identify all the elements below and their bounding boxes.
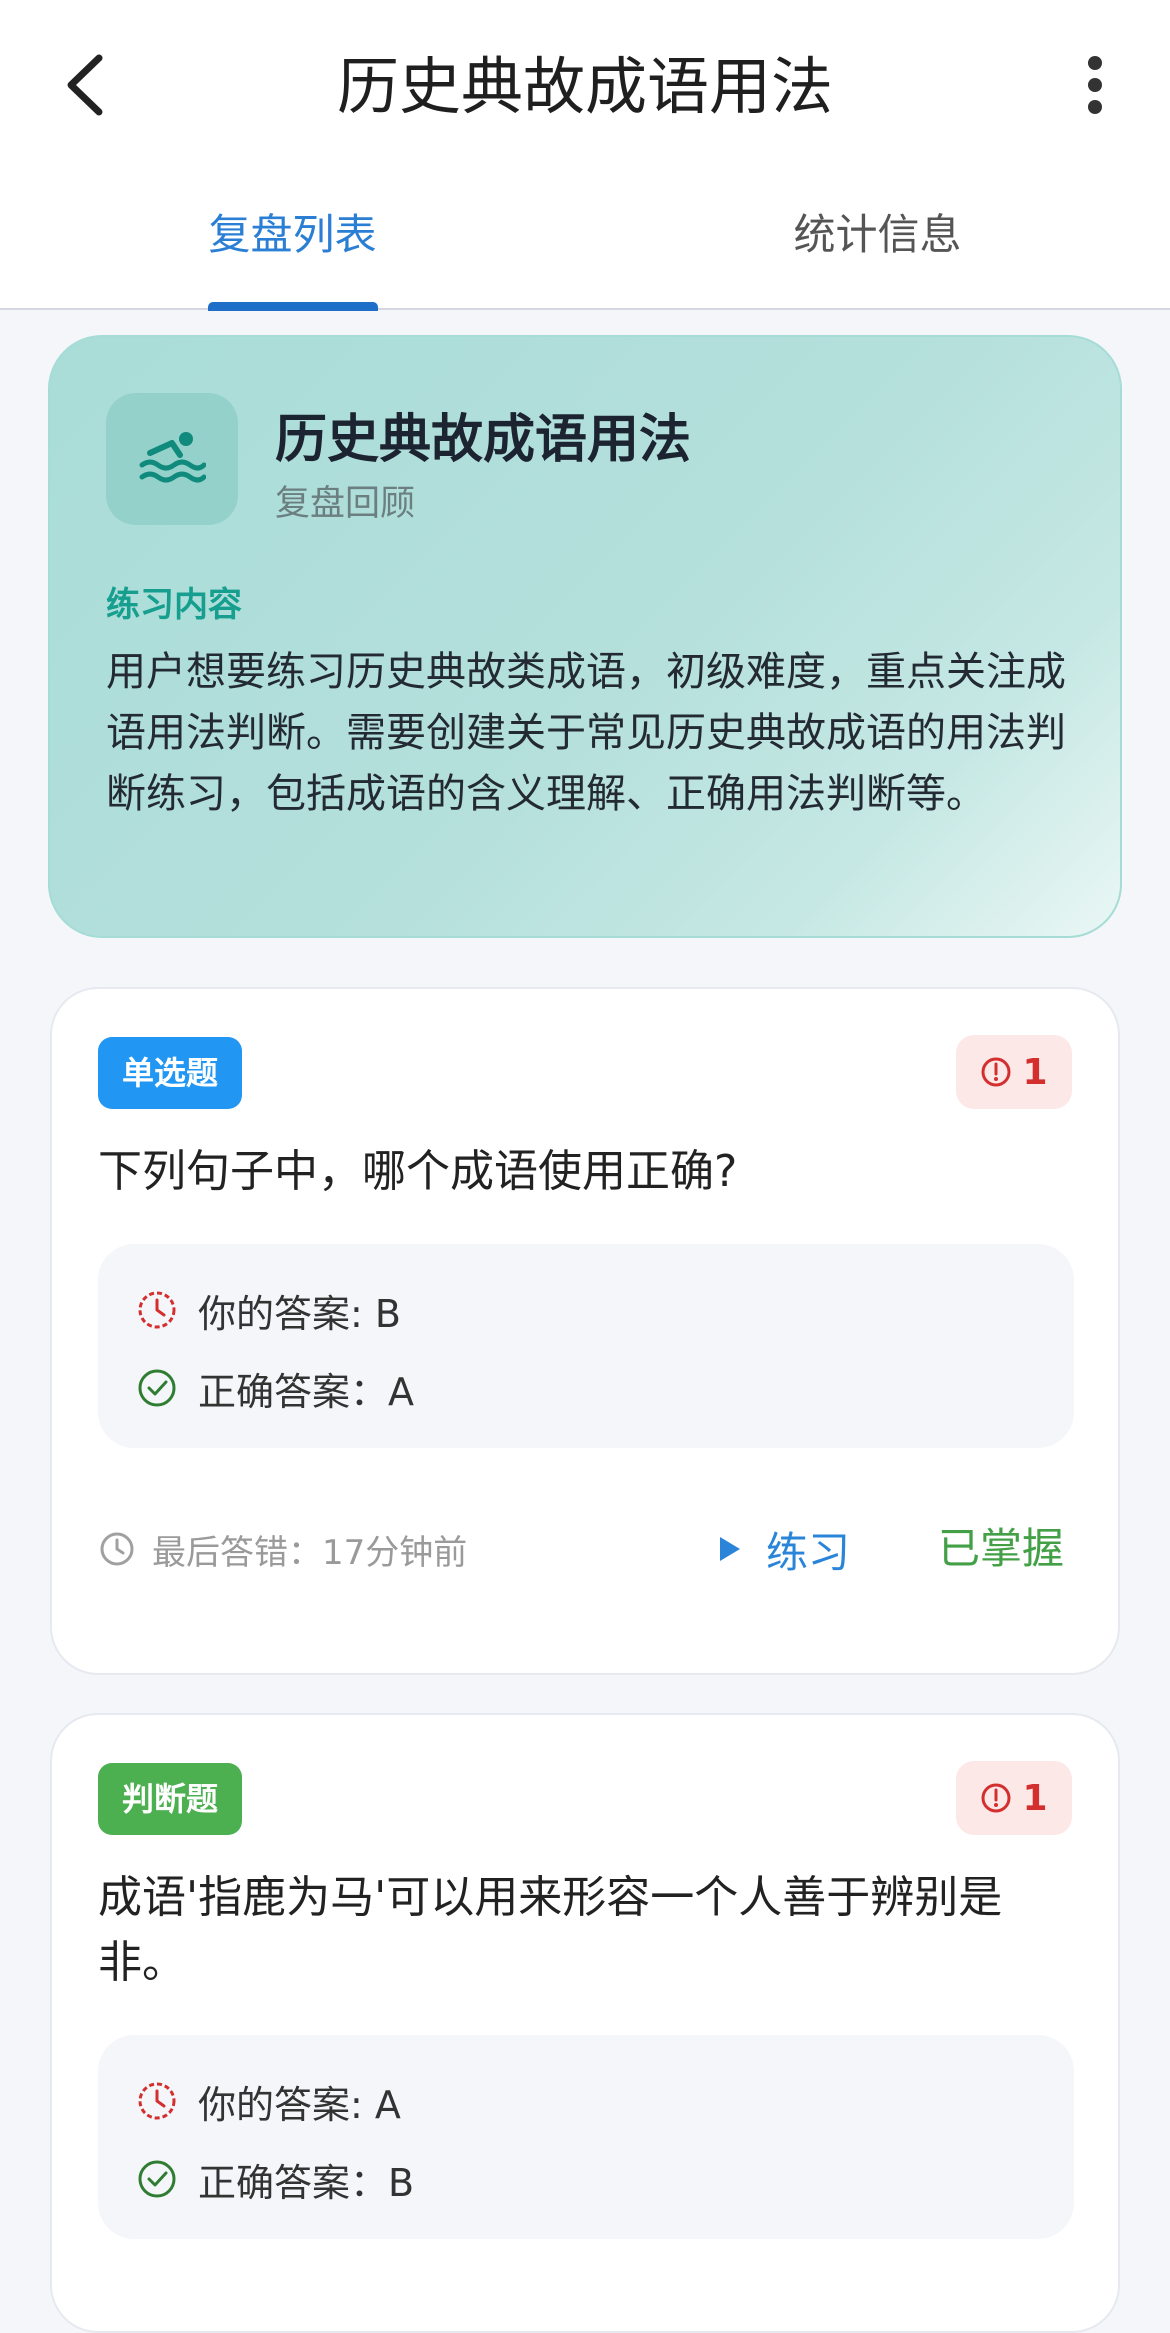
your-answer-row: 你的答案: B xyxy=(136,1280,401,1340)
alert-circle-icon xyxy=(981,1057,1011,1087)
check-circle-icon xyxy=(136,1367,178,1409)
active-tab-indicator xyxy=(208,302,378,311)
error-count-badge: 1 xyxy=(956,1035,1072,1109)
alert-circle-icon xyxy=(981,1783,1011,1813)
chevron-left-icon xyxy=(67,54,103,116)
question-card: 判断题 1 成语'指鹿为马'可以用来形容一个人善于辨别是非。 你的答案: A 正… xyxy=(50,1713,1120,2333)
practice-button[interactable]: 练习 xyxy=(718,1514,850,1584)
summary-icon-container xyxy=(106,393,238,525)
swimming-icon xyxy=(139,432,206,483)
answer-box: 你的答案: A 正确答案：B xyxy=(98,2035,1074,2239)
clock-wrong-icon xyxy=(136,1289,178,1331)
error-count: 1 xyxy=(1022,1051,1048,1093)
summary-subtitle: 复盘回顾 xyxy=(275,484,416,524)
page-title: 历史典故成语用法 xyxy=(336,50,833,123)
your-answer: 你的答案: B xyxy=(198,1291,401,1336)
correct-answer: 正确答案：A xyxy=(198,1369,414,1414)
question-text: 成语'指鹿为马'可以用来形容一个人善于辨别是非。 xyxy=(98,1872,1003,1988)
clock-wrong-icon xyxy=(136,2080,178,2122)
correct-answer-row: 正确答案：A xyxy=(136,1358,414,1418)
your-answer: 你的答案: A xyxy=(198,2082,401,2127)
answer-box: 你的答案: B 正确答案：A xyxy=(98,1244,1074,1448)
question-footer: 最后答错：17分钟前 练习 已掌握 xyxy=(98,1514,1078,1584)
practice-content-label: 练习内容 xyxy=(106,585,242,625)
more-options-button[interactable] xyxy=(1060,40,1130,130)
mastered-button[interactable]: 已掌握 xyxy=(938,1514,1064,1584)
tab-statistics[interactable]: 统计信息 xyxy=(735,200,1020,270)
question-type-badge: 单选题 xyxy=(98,1037,243,1109)
check-circle-icon xyxy=(136,2158,178,2200)
top-app-bar: 历史典故成语用法 复盘列表 统计信息 xyxy=(0,0,1170,311)
practice-content-description: 用户想要练习历史典故类成语，初级难度，重点关注成语用法判断。需要创建关于常见历史… xyxy=(106,649,1066,817)
correct-answer: 正确答案：B xyxy=(198,2160,415,2205)
question-type-badge: 判断题 xyxy=(98,1763,243,1835)
error-count-badge: 1 xyxy=(956,1761,1072,1835)
error-count: 1 xyxy=(1022,1777,1048,1819)
last-wrong-text: 最后答错：17分钟前 xyxy=(152,1532,468,1573)
practice-summary-card: 历史典故成语用法 复盘回顾 练习内容 用户想要练习历史典故类成语，初级难度，重点… xyxy=(48,335,1122,938)
summary-title: 历史典故成语用法 xyxy=(275,410,692,470)
question-text: 下列句子中，哪个成语使用正确? xyxy=(98,1146,738,1197)
your-answer-row: 你的答案: A xyxy=(136,2071,401,2131)
clock-icon xyxy=(100,1532,134,1566)
question-card: 单选题 1 下列句子中，哪个成语使用正确? 你的答案: B 正确答案：A 最后答… xyxy=(50,987,1120,1675)
last-wrong-time: 最后答错：17分钟前 xyxy=(98,1514,467,1584)
back-button[interactable] xyxy=(50,40,120,130)
correct-answer-row: 正确答案：B xyxy=(136,2149,414,2209)
play-icon xyxy=(720,1537,740,1561)
practice-label: 练习 xyxy=(766,1527,851,1577)
tab-review-list[interactable]: 复盘列表 xyxy=(150,200,435,270)
more-vertical-icon xyxy=(1088,56,1102,114)
